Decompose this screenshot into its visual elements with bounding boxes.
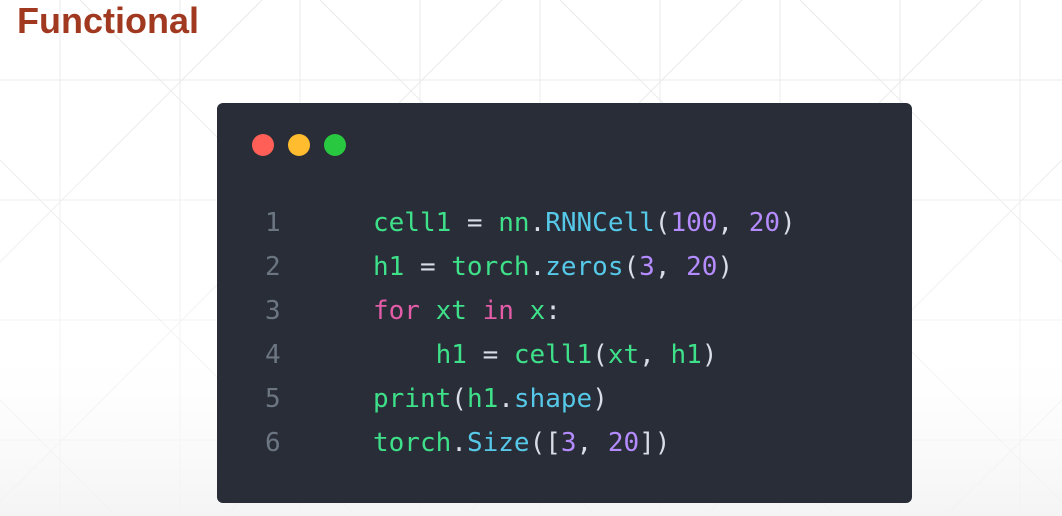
code-token-punct: , — [639, 340, 671, 370]
code-line: 2 h1 = torch.zeros(3, 20) — [217, 245, 912, 289]
code-token-punct: . — [451, 428, 467, 458]
code-text: h1 = torch.zeros(3, 20) — [373, 245, 733, 289]
code-text: cell1 = nn.RNNCell(100, 20) — [373, 201, 796, 245]
code-line: 4 h1 = cell1(xt, h1) — [217, 333, 912, 377]
code-token-punct: ) — [717, 252, 734, 282]
code-token-attr: RNNCell — [545, 208, 655, 238]
code-token-attr: zeros — [545, 252, 624, 282]
code-token-plain: = — [466, 340, 514, 370]
code-window: 1 cell1 = nn.RNNCell(100, 20) 2 h1 = torch.… — [217, 103, 912, 503]
code-text: torch.Size([3, 20]) — [373, 421, 670, 465]
code-token-module: torch — [373, 428, 452, 458]
code-block: 1 cell1 = nn.RNNCell(100, 20) 2 h1 = torch.… — [217, 201, 912, 465]
code-token-name: print — [373, 384, 452, 414]
code-token-name: h1 — [466, 384, 499, 414]
code-token-number: 20 — [686, 252, 718, 282]
code-line: 5 print(h1.shape) — [217, 377, 912, 421]
code-token-punct: . — [498, 384, 514, 414]
code-token-plain: = — [404, 252, 452, 282]
code-token-name: cell1 — [513, 340, 593, 370]
line-number: 2 — [265, 252, 281, 282]
code-token-name: h1 — [670, 340, 702, 370]
code-token-number: 3 — [560, 428, 577, 458]
window-controls — [252, 134, 346, 156]
code-token-module: nn — [498, 208, 530, 238]
code-line: 3 for xt in x: — [217, 289, 912, 333]
code-token-name: h1 — [435, 340, 467, 370]
code-token-punct: ( — [592, 340, 608, 370]
code-text: for xt in x: — [373, 289, 561, 333]
code-token-punct: ( — [654, 208, 671, 238]
code-token-punct: ( — [451, 384, 467, 414]
code-token-punct: ) — [592, 384, 608, 414]
code-token-attr: shape — [513, 384, 593, 414]
line-number: 1 — [265, 208, 281, 238]
code-token-name: h1 — [373, 252, 405, 282]
code-line: 1 cell1 = nn.RNNCell(100, 20) — [217, 201, 912, 245]
code-token-number: 100 — [670, 208, 718, 238]
code-token-punct: ([ — [529, 428, 561, 458]
code-token-number: 20 — [607, 428, 640, 458]
code-token-name: cell1 — [373, 208, 452, 238]
line-number: 6 — [265, 428, 281, 458]
code-token-punct: ]) — [639, 428, 671, 458]
line-number: 5 — [265, 384, 281, 414]
code-line: 6 torch.Size([3, 20]) — [217, 421, 912, 465]
close-dot-icon — [252, 134, 274, 156]
code-token-punct: , — [717, 208, 749, 238]
code-token-name: xt — [435, 296, 467, 326]
line-number: 3 — [265, 296, 281, 326]
minimize-dot-icon — [288, 134, 310, 156]
code-text: h1 = cell1(xt, h1) — [373, 333, 718, 377]
code-token-keyword: for — [373, 296, 420, 326]
code-token-keyword: in — [482, 296, 514, 326]
code-token-punct: ) — [780, 208, 796, 238]
code-token-attr: Size — [466, 428, 530, 458]
code-token-punct: . — [529, 252, 546, 282]
code-token-punct: , — [576, 428, 608, 458]
code-token-punct: ) — [701, 340, 718, 370]
code-token-punct: , — [654, 252, 687, 282]
code-text: print(h1.shape) — [373, 377, 608, 421]
maximize-dot-icon — [324, 134, 346, 156]
code-token-name: xt — [607, 340, 640, 370]
code-token-number: 3 — [639, 252, 655, 282]
code-token-plain: = — [451, 208, 499, 238]
code-token-name: x — [529, 296, 546, 326]
code-token-punct: ( — [623, 252, 640, 282]
code-token-punct: : — [545, 296, 561, 326]
slide-title: Functional — [17, 0, 199, 41]
code-token-number: 20 — [748, 208, 781, 238]
line-number: 4 — [265, 340, 281, 370]
code-token-punct: . — [529, 208, 546, 238]
code-token-module: torch — [451, 252, 530, 282]
